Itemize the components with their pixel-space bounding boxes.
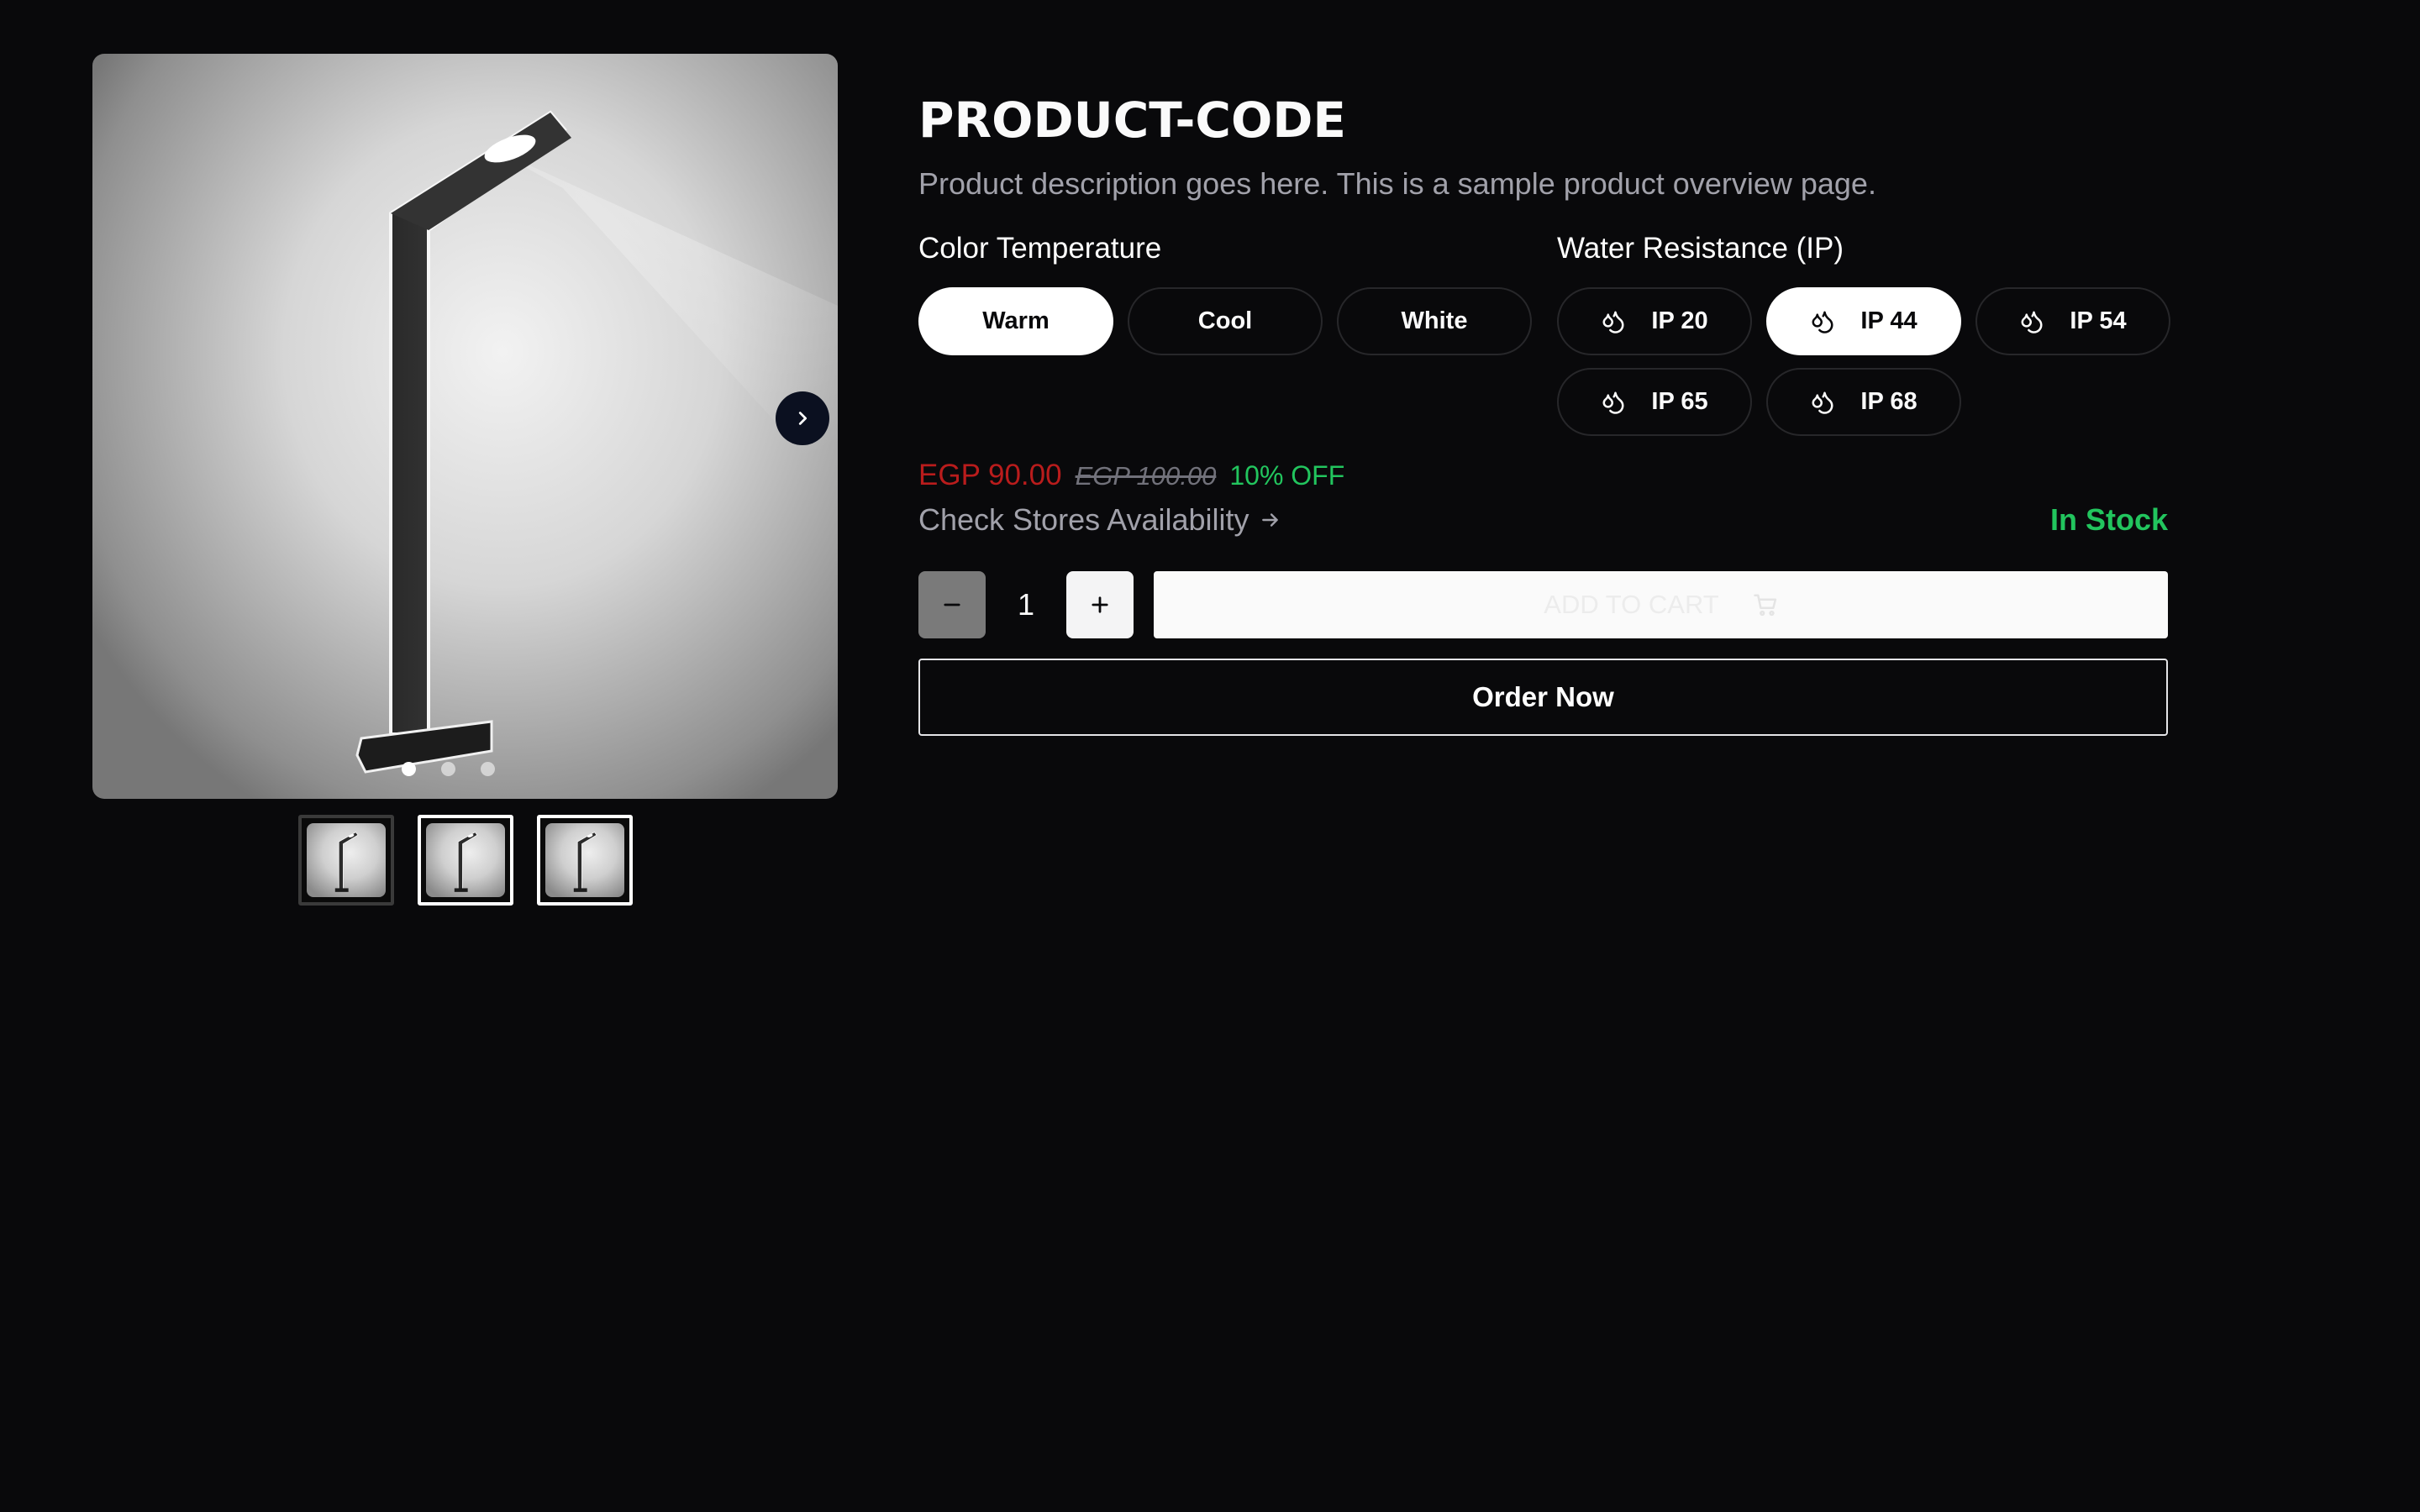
water-drops-icon	[2021, 311, 2043, 333]
chevron-right-icon	[798, 412, 808, 425]
water-drops-icon	[1602, 391, 1624, 414]
color-option-cool[interactable]: Cool	[1128, 287, 1323, 355]
order-now-button[interactable]: Order Now	[918, 659, 2168, 736]
color-option-white[interactable]: White	[1337, 287, 1532, 355]
thumbnail-lamp-image	[334, 831, 359, 892]
color-option-label: Warm	[982, 307, 1050, 334]
current-price: EGP 90.00	[918, 459, 1062, 491]
check-stores-link[interactable]: Check Stores Availability	[918, 502, 1281, 538]
add-to-cart-label: ADD TO CART	[1544, 590, 1719, 619]
price-row: EGP 90.00 EGP 100.00 10% OFF	[918, 459, 1344, 492]
bollard-lamp-image	[355, 110, 838, 774]
thumbnail-strip	[92, 815, 838, 906]
ip-option-ip68[interactable]: IP 68	[1766, 368, 1961, 436]
ip-option-ip65[interactable]: IP 65	[1557, 368, 1752, 436]
add-to-cart-button[interactable]: ADD TO CART	[1154, 571, 2168, 638]
water-resistance-options: IP 20 IP 44 IP 54 IP 65 IP 68	[1557, 287, 2170, 436]
product-gallery	[92, 54, 838, 906]
ip-option-label: IP 20	[1651, 307, 1708, 334]
color-option-warm[interactable]: Warm	[918, 287, 1113, 355]
color-temperature-options: Warm Cool White	[918, 287, 1532, 355]
quantity-value[interactable]: 1	[986, 587, 1066, 622]
product-title: PRODUCT-CODE	[918, 92, 1347, 149]
carousel-dot[interactable]	[481, 762, 495, 776]
thumbnail-image	[544, 823, 624, 897]
ip-option-label: IP 68	[1860, 388, 1918, 415]
minus-icon	[944, 603, 960, 606]
carousel-dot[interactable]	[441, 762, 455, 776]
water-drops-icon	[1602, 311, 1624, 333]
thumbnail-2[interactable]	[417, 815, 513, 906]
ip-option-ip44[interactable]: IP 44	[1766, 287, 1961, 355]
ip-option-ip54[interactable]: IP 54	[1975, 287, 2170, 355]
check-stores-label: Check Stores Availability	[918, 502, 1249, 537]
shopping-cart-icon	[1753, 594, 1776, 617]
next-image-button[interactable]	[776, 391, 829, 445]
decrease-quantity-button[interactable]	[918, 571, 986, 638]
original-price: EGP 100.00	[1075, 461, 1217, 491]
product-info: PRODUCT-CODE Product description goes he…	[918, 84, 2170, 736]
ip-option-label: IP 54	[2070, 307, 2127, 334]
thumbnail-lamp-image	[573, 831, 597, 892]
carousel-dots	[92, 762, 838, 776]
thumbnail-image	[306, 823, 386, 897]
arrow-right-icon	[1261, 513, 1278, 527]
water-drops-icon	[1812, 311, 1833, 333]
thumbnail-lamp-image	[454, 831, 478, 892]
availability-row: Check Stores Availability In Stock	[918, 502, 2168, 538]
thumbnail-image	[425, 823, 505, 897]
color-temperature-label: Color Temperature	[918, 232, 1162, 265]
ip-option-label: IP 44	[1860, 307, 1918, 334]
ip-option-ip20[interactable]: IP 20	[1557, 287, 1752, 355]
cart-row: 1 ADD TO CART	[918, 571, 2168, 638]
carousel-dot[interactable]	[402, 762, 416, 776]
thumbnail-3[interactable]	[536, 815, 633, 906]
water-resistance-label: Water Resistance (IP)	[1557, 232, 1844, 265]
color-option-label: Cool	[1197, 307, 1253, 334]
increase-quantity-button[interactable]	[1066, 571, 1134, 638]
color-option-label: White	[1401, 307, 1468, 334]
discount-badge: 10% OFF	[1229, 460, 1345, 491]
stock-status: In Stock	[2049, 502, 2168, 537]
ip-option-label: IP 65	[1651, 388, 1708, 415]
plus-icon	[1092, 596, 1108, 613]
main-product-image[interactable]	[92, 54, 838, 799]
product-description: Product description goes here. This is a…	[918, 166, 1876, 201]
thumbnail-1[interactable]	[297, 815, 394, 906]
water-drops-icon	[1812, 391, 1833, 414]
